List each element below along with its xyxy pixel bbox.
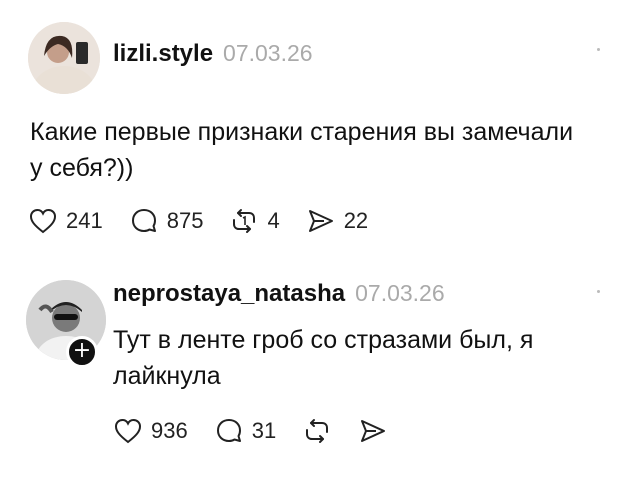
like-count: 241 <box>66 208 103 233</box>
repost-icon <box>229 206 259 236</box>
post-text: Какие первые признаки старения вы замеча… <box>30 118 574 182</box>
post-text: Тут в ленте гроб со стразами был, я лайк… <box>113 326 534 390</box>
comment-button[interactable]: 875 <box>129 206 204 236</box>
avatar[interactable] <box>28 22 100 94</box>
like-button[interactable]: 936 <box>113 416 188 446</box>
post: + neprostaya_natasha 07.03.26 Тут в лент… <box>0 270 640 480</box>
heart-icon <box>28 206 58 236</box>
share-button[interactable]: 22 <box>306 206 368 236</box>
comment-count: 875 <box>166 208 204 233</box>
heart-icon <box>113 416 143 446</box>
share-count: 22 <box>343 208 369 233</box>
repost-icon <box>302 416 332 446</box>
username[interactable]: lizli.style <box>113 40 213 68</box>
send-icon <box>358 416 388 446</box>
comment-bubble-icon <box>129 206 159 236</box>
comment-button[interactable]: 31 <box>214 416 276 446</box>
comment-bubble-icon <box>214 416 244 446</box>
avatar-image <box>28 22 100 94</box>
like-button[interactable]: 241 <box>28 206 103 236</box>
more-icon[interactable] <box>597 290 600 293</box>
repost-button[interactable]: 4 <box>229 206 280 236</box>
repost-button[interactable] <box>302 416 332 446</box>
post-date: 07.03.26 <box>223 40 313 66</box>
username[interactable]: neprostaya_natasha <box>113 280 345 308</box>
action-bar: 936 31 <box>113 416 414 446</box>
post-header: neprostaya_natasha 07.03.26 <box>113 280 445 308</box>
like-count: 936 <box>151 418 188 443</box>
action-bar: 241 875 4 22 <box>28 206 394 236</box>
repost-count: 4 <box>267 208 280 233</box>
follow-button[interactable]: + <box>66 336 98 368</box>
comment-count: 31 <box>251 418 277 443</box>
more-icon[interactable] <box>597 48 600 51</box>
share-button[interactable] <box>358 416 388 446</box>
post-header: lizli.style 07.03.26 <box>113 40 313 68</box>
send-icon <box>306 206 336 236</box>
post-date: 07.03.26 <box>355 280 445 306</box>
post: lizli.style 07.03.26 Какие первые призна… <box>0 0 640 250</box>
